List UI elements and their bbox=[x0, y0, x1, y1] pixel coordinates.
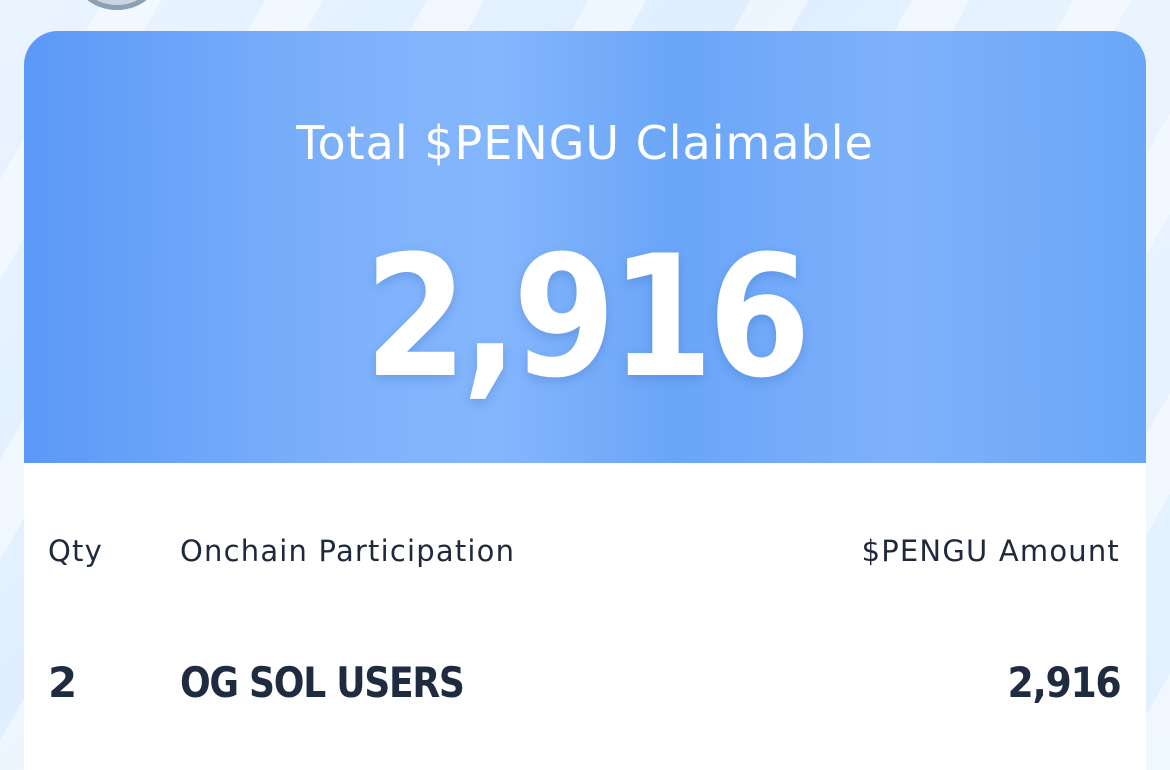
column-header-amount: $PENGU Amount bbox=[861, 534, 1120, 568]
row-participation: OG SOL USERS bbox=[180, 658, 465, 707]
claimable-title: Total $PENGU Claimable bbox=[296, 116, 874, 170]
claimable-banner: Total $PENGU Claimable 2,916 bbox=[24, 31, 1146, 463]
row-qty: 2 bbox=[48, 658, 77, 707]
avatar bbox=[72, 0, 162, 10]
row-amount: 2,916 bbox=[1007, 658, 1121, 707]
column-header-qty: Qty bbox=[48, 534, 103, 568]
claimable-total-amount: 2,916 bbox=[364, 219, 811, 415]
column-header-participation: Onchain Participation bbox=[180, 534, 516, 568]
claim-summary-card: Total $PENGU Claimable 2,916 Qty Onchain… bbox=[24, 31, 1146, 770]
